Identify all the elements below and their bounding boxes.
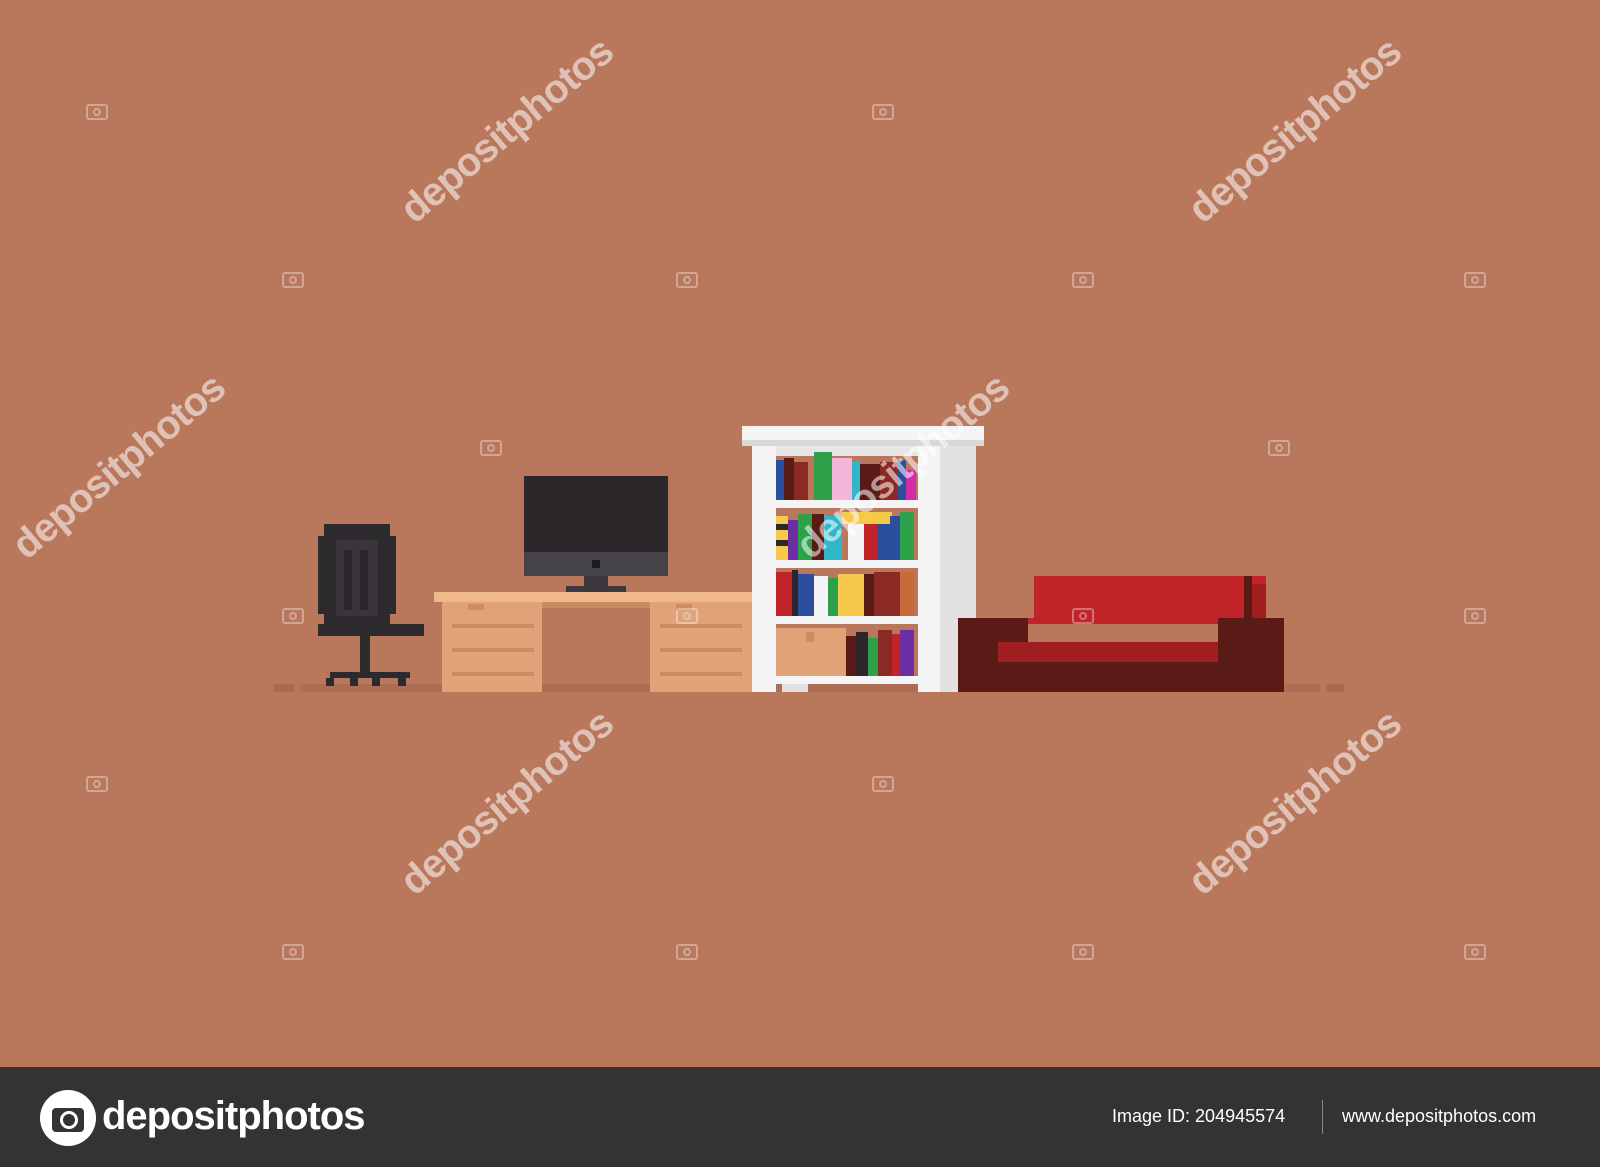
desk bbox=[434, 592, 752, 692]
camera-icon bbox=[1072, 272, 1094, 288]
camera-icon bbox=[676, 944, 698, 960]
camera-icon bbox=[872, 776, 894, 792]
camera-icon bbox=[676, 272, 698, 288]
camera-icon bbox=[1072, 944, 1094, 960]
camera-icon bbox=[86, 776, 108, 792]
footer-divider bbox=[1322, 1100, 1323, 1134]
camera-logo-icon bbox=[40, 1090, 96, 1146]
camera-icon bbox=[1072, 608, 1094, 624]
office-chair bbox=[318, 524, 424, 686]
sofa bbox=[958, 576, 1284, 692]
website-link[interactable]: www.depositphotos.com bbox=[1342, 1106, 1536, 1127]
computer-monitor bbox=[524, 476, 668, 592]
camera-icon bbox=[480, 440, 502, 456]
brand-logo-text: depositphotos bbox=[102, 1094, 366, 1138]
image-id-label: Image ID: bbox=[1112, 1106, 1191, 1126]
bookshelf bbox=[742, 426, 984, 692]
camera-icon bbox=[282, 944, 304, 960]
camera-icon bbox=[282, 608, 304, 624]
camera-icon bbox=[1268, 440, 1290, 456]
camera-icon bbox=[872, 104, 894, 120]
camera-icon bbox=[1464, 944, 1486, 960]
image-id-value: 204945574 bbox=[1195, 1106, 1286, 1126]
camera-icon bbox=[1464, 272, 1486, 288]
camera-icon bbox=[282, 272, 304, 288]
camera-icon bbox=[1464, 608, 1486, 624]
camera-icon bbox=[676, 608, 698, 624]
image-id: Image ID: 204945574 bbox=[1112, 1106, 1285, 1127]
camera-icon bbox=[86, 104, 108, 120]
pixel-art-scene: depositphotos depositphotos depositphoto… bbox=[0, 0, 1600, 1067]
